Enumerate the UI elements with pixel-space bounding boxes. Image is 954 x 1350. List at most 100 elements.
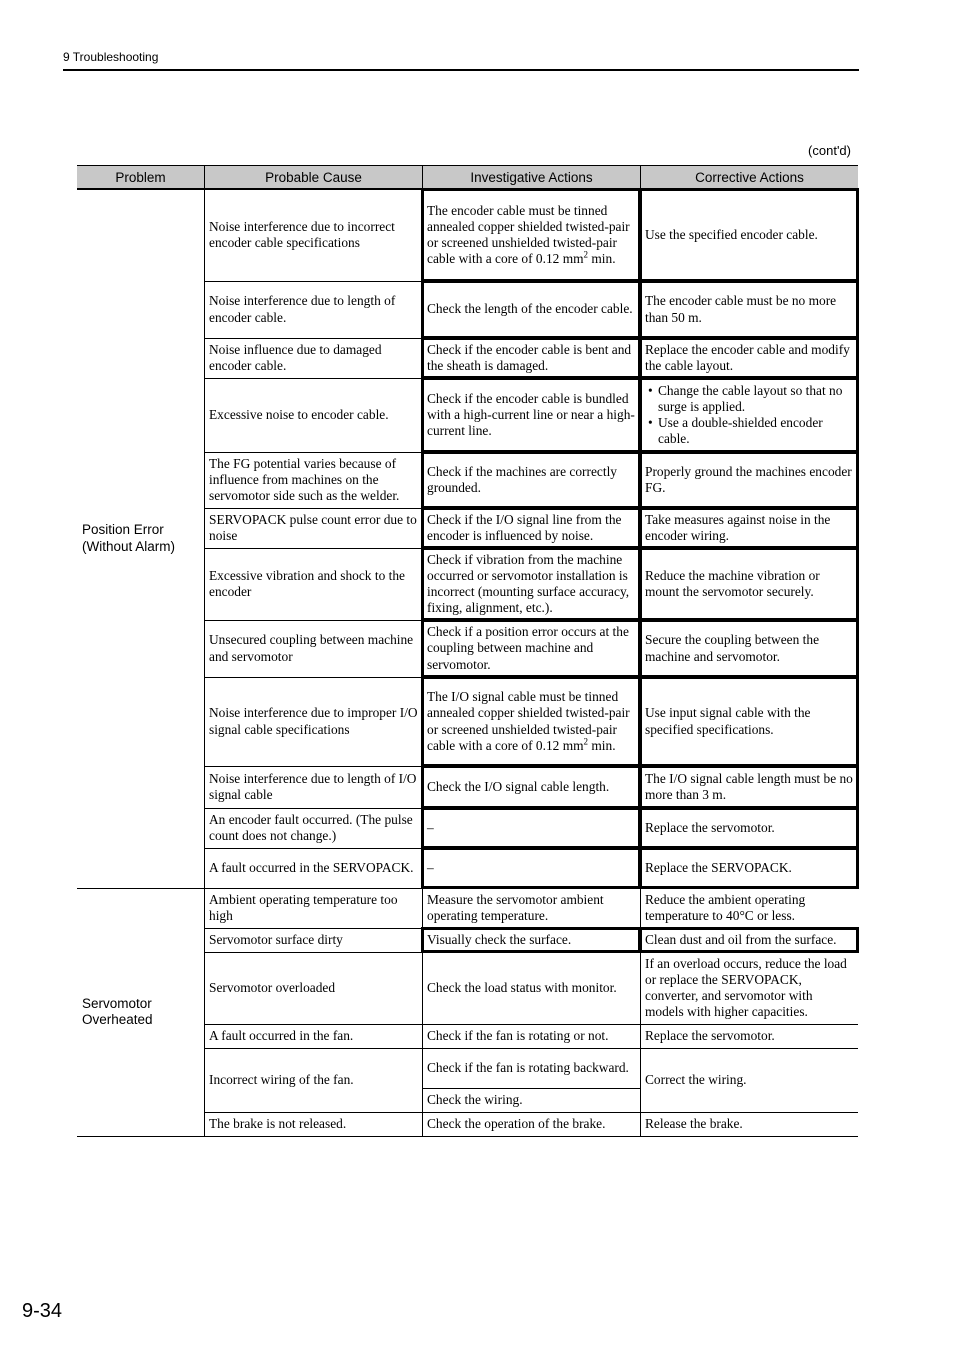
troubleshooting-table: Problem Probable Cause Investigative Act… [0, 0, 954, 1350]
probable-cause-text: A fault occurred in the SERVOPACK. [209, 859, 414, 875]
corrective-action-cell: Replace the servomotor. [640, 1024, 858, 1048]
investigative-action-cell: Check the wiring. [422, 1088, 640, 1112]
probable-cause-text: The brake is not released. [209, 1115, 347, 1131]
investigative-action-text: Check the length of the encoder cable. [427, 301, 633, 317]
investigative-action-cell: – [422, 848, 640, 888]
corrective-action-text: If an overload occurs, reduce the load o… [645, 955, 847, 1020]
problem-label: Servomotor Overheated [82, 996, 153, 1029]
investigative-action-text: Check if the I/O signal line from the en… [427, 511, 622, 543]
investigative-action-cell: Check the I/O signal cable length. [422, 766, 640, 808]
investigative-action-text: Check if the fan is rotating or not. [427, 1027, 609, 1043]
corrective-action-cell: The encoder cable must be no more than 5… [640, 281, 858, 338]
probable-cause-text: Servomotor surface dirty [209, 931, 343, 947]
probable-cause-cell: A fault occurred in the fan. [204, 1024, 422, 1048]
problem-cell: Servomotor Overheated [77, 888, 204, 1136]
probable-cause-text: Noise interference due to improper I/O s… [209, 705, 418, 737]
corrective-action-text: Use the specified encoder cable. [645, 226, 818, 242]
investigative-action-cell: Check if vibration from the machine occu… [422, 548, 640, 620]
investigative-action-cell: The encoder cable must be tinned anneale… [422, 189, 640, 281]
investigative-action-cell: Check if the machines are correctly grou… [422, 452, 640, 508]
corrective-action-cell: Secure the coupling between the machine … [640, 620, 858, 677]
corrective-action-bullet: Change the cable layout so that no surge… [645, 383, 854, 415]
corrective-action-text: Replace the servomotor. [645, 1027, 775, 1043]
corrective-action-cell: Properly ground the machines encoder FG. [640, 452, 858, 508]
problem-label-line: Overheated [82, 1012, 153, 1027]
investigative-action-text: Check if the fan is rotating backward. [427, 1059, 629, 1075]
investigative-action-cell: Check if the I/O signal line from the en… [422, 508, 640, 548]
investigative-action-text: Check if vibration from the machine occu… [427, 551, 630, 616]
investigative-action-cell: Check the length of the encoder cable. [422, 281, 640, 338]
probable-cause-text: An encoder fault occurred. (The pulse co… [209, 811, 413, 843]
investigative-action-text: Check the wiring. [427, 1091, 523, 1107]
probable-cause-text: Noise interference due to length of I/O … [209, 770, 417, 802]
investigative-action-cell: – [422, 808, 640, 848]
corrective-action-text: Correct the wiring. [645, 1071, 747, 1087]
probable-cause-text: Noise interference due to incorrect enco… [209, 218, 395, 250]
corrective-action-text: The encoder cable must be no more than 5… [645, 293, 837, 325]
investigative-action-text: – [427, 859, 434, 875]
probable-cause-cell: Noise interference due to length of enco… [204, 281, 422, 338]
investigative-action-text: Check the operation of the brake. [427, 1115, 606, 1131]
corrective-action-bullet: Use a double-shielded encoder cable. [645, 415, 854, 447]
corrective-action-cell: Use input signal cable with the specifie… [640, 677, 858, 766]
column-header-probable-cause: Probable Cause [204, 165, 422, 189]
probable-cause-cell: Noise interference due to length of I/O … [204, 766, 422, 808]
row-divider [77, 189, 422, 190]
problem-cell: Position Error (Without Alarm) [77, 189, 204, 888]
investigative-action-cell: Check if the encoder cable is bundled wi… [422, 378, 640, 452]
column-header-corrective-actions: Corrective Actions [640, 165, 858, 189]
problem-label: Position Error (Without Alarm) [82, 522, 175, 555]
investigative-action-cell: Check if the fan is rotating backward. [422, 1048, 640, 1088]
probable-cause-cell: An encoder fault occurred. (The pulse co… [204, 808, 422, 848]
problem-label-line: Servomotor [82, 995, 152, 1011]
probable-cause-text: Incorrect wiring of the fan. [209, 1071, 354, 1087]
corrective-action-cell: Use the specified encoder cable. [640, 189, 858, 281]
corrective-action-text: Use input signal cable with the specifie… [645, 705, 811, 737]
probable-cause-text: Noise influence due to damaged encoder c… [209, 341, 382, 373]
probable-cause-text: Noise interference due to length of enco… [209, 293, 396, 325]
corrective-action-text: Replace the servomotor. [645, 819, 775, 835]
corrective-action-text: Secure the coupling between the machine … [645, 632, 820, 664]
page-number: 9-34 [22, 1300, 63, 1322]
corrective-action-text: Take measures against noise in the encod… [645, 511, 831, 543]
corrective-action-cell: Take measures against noise in the encod… [640, 508, 858, 548]
probable-cause-text: A fault occurred in the fan. [209, 1027, 354, 1043]
probable-cause-text: Ambient operating temperature too high [209, 891, 398, 923]
investigative-action-cell: Check the load status with monitor. [422, 952, 640, 1024]
investigative-action-text: Check if the machines are correctly grou… [427, 463, 617, 495]
investigative-action-text: The I/O signal cable must be tinned anne… [427, 689, 630, 753]
investigative-action-cell: Check if a position error occurs at the … [422, 620, 640, 677]
investigative-action-cell: Check if the encoder cable is bent and t… [422, 338, 640, 378]
investigative-action-text: Check the I/O signal cable length. [427, 778, 610, 794]
corrective-action-text: The I/O signal cable length must be no m… [645, 770, 853, 802]
investigative-action-cell: Visually check the surface. [422, 928, 640, 952]
investigative-action-cell: Check the operation of the brake. [422, 1112, 640, 1136]
corrective-action-cell: The I/O signal cable length must be no m… [640, 766, 858, 808]
corrective-action-text: Properly ground the machines encoder FG. [645, 463, 852, 495]
problem-label-line: Position Error [82, 522, 164, 537]
corrective-action-cell: Reduce the ambient operating temperature… [640, 888, 858, 928]
column-header-problem: Problem [77, 165, 204, 189]
investigative-action-cell: Check if the fan is rotating or not. [422, 1024, 640, 1048]
probable-cause-cell: Noise interference due to incorrect enco… [204, 189, 422, 281]
probable-cause-cell: The brake is not released. [204, 1112, 422, 1136]
corrective-action-text: Clean dust and oil from the surface. [645, 931, 837, 947]
row-divider [77, 1136, 858, 1137]
investigative-action-cell: Measure the servomotor ambient operating… [422, 888, 640, 928]
probable-cause-text: The FG potential varies because of influ… [209, 455, 400, 504]
probable-cause-cell: Noise interference due to improper I/O s… [204, 677, 422, 766]
investigative-action-text: Measure the servomotor ambient operating… [427, 891, 604, 923]
investigative-action-text: Visually check the surface. [427, 931, 572, 947]
problem-label-line: (Without Alarm) [82, 538, 176, 554]
corrective-action-text: Reduce the ambient operating temperature… [645, 891, 806, 923]
probable-cause-cell: Excessive noise to encoder cable. [204, 378, 422, 452]
probable-cause-cell: Ambient operating temperature too high [204, 888, 422, 928]
probable-cause-cell: A fault occurred in the SERVOPACK. [204, 848, 422, 888]
corrective-action-list: Change the cable layout so that no surge… [645, 383, 854, 448]
corrective-action-text: Reduce the machine vibration or mount th… [645, 567, 820, 599]
probable-cause-cell: SERVOPACK pulse count error due to noise [204, 508, 422, 548]
probable-cause-text: Unsecured coupling between machine and s… [209, 632, 414, 664]
corrective-action-cell: Change the cable layout so that no surge… [640, 378, 858, 452]
investigative-action-text: Check if the encoder cable is bent and t… [427, 341, 632, 373]
investigative-action-text: – [427, 819, 434, 835]
